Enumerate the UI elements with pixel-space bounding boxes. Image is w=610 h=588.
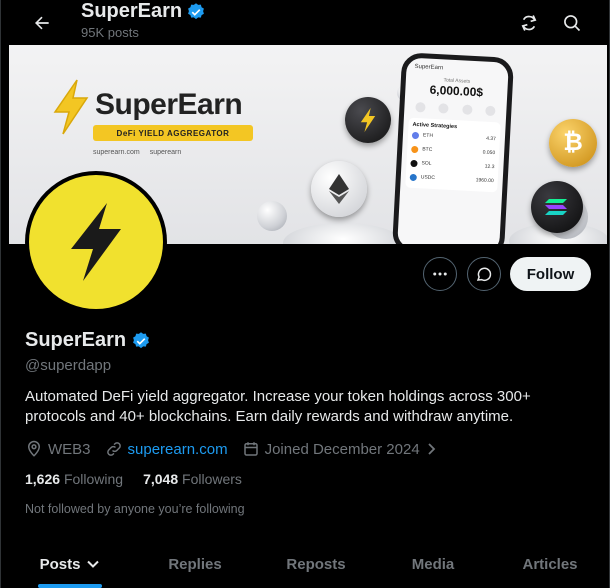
post-count: 95K posts — [81, 25, 139, 40]
phone-action-dot — [485, 105, 496, 117]
follow-button[interactable]: Follow — [510, 257, 591, 291]
tab-articles[interactable]: Articles — [493, 540, 607, 588]
bolt-icon — [360, 107, 376, 133]
avatar[interactable] — [25, 171, 167, 313]
banner-handle: superearn — [149, 149, 182, 156]
following-stat[interactable]: 1,626 Following — [25, 471, 123, 487]
sol-icon — [545, 199, 567, 215]
profile-meta: WEB3 superearn.com Joined December 2024 — [25, 438, 451, 460]
tab-label: Replies — [168, 555, 222, 573]
banner-tagline: DeFi YIELD AGGREGATOR — [93, 125, 253, 141]
tab-label: Media — [411, 555, 455, 573]
banner-brand: SuperEarn — [95, 88, 243, 121]
link-icon — [106, 442, 121, 456]
btc-coin: ₿ — [549, 119, 597, 167]
verified-badge-icon — [188, 2, 205, 19]
phone-actions — [404, 101, 506, 117]
top-bar: SuperEarn 95K posts — [9, 0, 609, 44]
phone-row-coin: SOL — [421, 160, 432, 167]
verified-badge-icon[interactable] — [131, 331, 151, 351]
search-button[interactable] — [555, 6, 589, 40]
phone-action-dot — [438, 103, 449, 114]
profile-page: SuperEarn 95K posts SuperEarn DeFi YIELD… — [0, 0, 610, 588]
phone-row-value: 4.37 — [486, 135, 497, 143]
tab-reposts[interactable]: Reposts — [259, 540, 373, 588]
followers-stat[interactable]: 7,048 Followers — [143, 471, 242, 487]
eth-icon — [329, 174, 349, 204]
profile-bio: Automated DeFi yield aggregator. Increas… — [25, 388, 531, 425]
follow-stats: 1,626 Following 7,048 Followers — [25, 471, 262, 487]
location-text: WEB3 — [48, 440, 91, 458]
website-link[interactable]: superearn.com — [128, 441, 228, 458]
profile-name-row: SuperEarn — [25, 329, 151, 352]
joined-item[interactable]: Joined December 2024 — [242, 440, 437, 458]
phone-row-coin: ETH — [422, 132, 434, 139]
tab-label: Articles — [522, 555, 578, 573]
phone-row-value: 12.3 — [484, 163, 495, 171]
message-icon — [476, 267, 492, 281]
website-item: superearn.com — [105, 440, 228, 458]
phone-mockup: SuperEarn Total Assets 6,000.00$ Active … — [391, 52, 515, 244]
followers-count: 7,048 — [143, 471, 179, 487]
coin-dot — [409, 173, 417, 181]
decor-sphere — [257, 201, 287, 231]
tab-posts[interactable]: Posts — [9, 540, 131, 588]
back-arrow-icon — [35, 16, 49, 30]
pedestal — [283, 223, 403, 244]
message-button[interactable] — [467, 257, 501, 291]
phone-app-name: SuperEarn — [414, 63, 444, 72]
banner-links: superearn.com superearn — [93, 149, 181, 156]
phone-row-value: 0.050 — [482, 149, 496, 157]
phone-row-value: 1960.00 — [475, 177, 494, 185]
profile-handle: @superdapp — [25, 357, 112, 374]
more-icon — [433, 272, 447, 276]
location-icon — [27, 440, 41, 457]
avatar-image — [29, 175, 163, 309]
following-count: 1,626 — [25, 471, 61, 487]
coin-dot — [410, 159, 418, 167]
chevron-down-icon — [87, 560, 100, 568]
phone-row: USDC 1960.00 — [409, 170, 494, 188]
more-button[interactable] — [423, 257, 457, 291]
profile-tabs: Posts Replies Reposts Media Articles — [9, 540, 607, 588]
header-title-text: SuperEarn — [81, 0, 183, 22]
mutual-followers-note: Not followed by anyone you’re following — [25, 502, 245, 516]
tab-label: Posts — [39, 555, 81, 573]
header-title: SuperEarn — [81, 0, 206, 23]
phone-row-coin: BTC — [422, 146, 433, 153]
phone-action-dot — [461, 104, 473, 115]
location-item: WEB3 — [25, 440, 91, 458]
back-button[interactable] — [25, 6, 59, 40]
sol-coin — [531, 181, 583, 233]
refresh-icon — [521, 15, 537, 31]
phone-row-coin: USDC — [420, 174, 436, 182]
tab-media[interactable]: Media — [373, 540, 493, 588]
bolt-icon — [53, 79, 89, 135]
phone-action-dot — [414, 101, 426, 113]
banner-website: superearn.com — [93, 149, 140, 156]
bolt-icon — [71, 203, 121, 281]
btc-icon: ₿ — [563, 129, 583, 156]
eth-coin — [311, 161, 367, 217]
coin-dot — [411, 131, 420, 139]
following-label: Following — [63, 471, 124, 487]
joined-text: Joined December 2024 — [264, 440, 420, 458]
chevron-right-icon — [428, 443, 435, 455]
search-icon — [564, 15, 581, 32]
coin-dot — [411, 145, 419, 153]
bolt-coin — [345, 97, 391, 143]
active-tab-indicator — [38, 584, 102, 588]
calendar-icon — [243, 442, 258, 456]
tab-replies[interactable]: Replies — [131, 540, 259, 588]
phone-strategies-card: Active Strategies ETH 4.37 BTC 0.050 SOL 12… — [405, 117, 501, 193]
profile-name: SuperEarn — [25, 329, 127, 351]
tab-label: Reposts — [286, 555, 346, 573]
refresh-button[interactable] — [512, 6, 546, 40]
followers-label: Followers — [182, 471, 242, 487]
